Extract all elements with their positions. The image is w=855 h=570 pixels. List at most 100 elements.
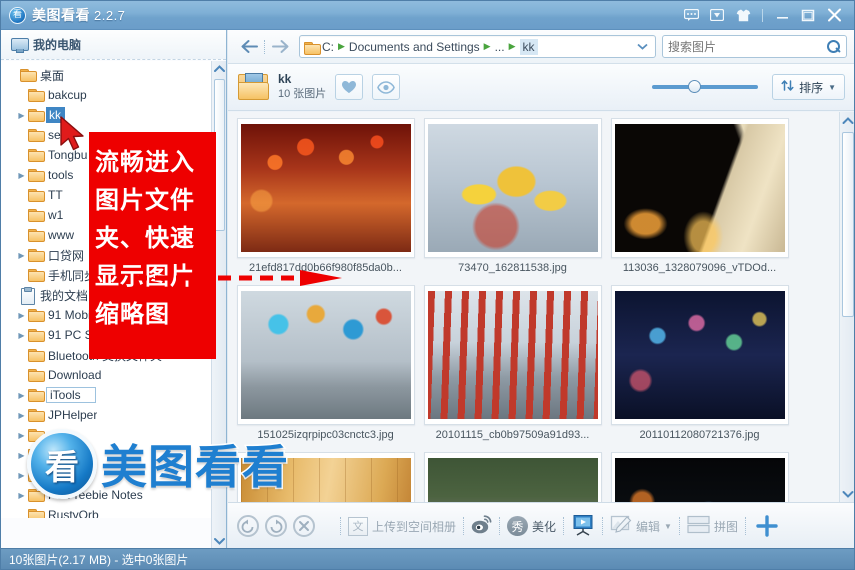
- slideshow-button[interactable]: [571, 514, 595, 539]
- breadcrumb-item-1[interactable]: Documents and Settings: [349, 40, 480, 54]
- breadcrumb-separator-icon: ▶: [483, 41, 491, 51]
- thumbnail-frame[interactable]: [423, 452, 602, 502]
- sidebar-header-label: 我的电脑: [33, 38, 82, 52]
- thumbnail-grid-container[interactable]: 21efd817dd0b66f980f85da0b... 73470_162811…: [228, 112, 854, 502]
- thumbnail-cell[interactable]: [606, 452, 793, 502]
- grid-scrollbar[interactable]: [839, 112, 854, 502]
- thumbnail-image[interactable]: [427, 291, 598, 419]
- grid-scroll-thumb[interactable]: [842, 132, 854, 317]
- folder-info-bar: kk 10 张图片 排序 ▼: [228, 64, 854, 111]
- thumbnail-frame[interactable]: [423, 118, 602, 258]
- skin-icon[interactable]: [731, 4, 755, 26]
- sidebar-item-jphelper[interactable]: ▶ JPHelper: [1, 405, 212, 425]
- thumbnail-frame[interactable]: [236, 285, 415, 425]
- thumbnail-frame[interactable]: [610, 118, 789, 258]
- toolbar-divider: [744, 517, 746, 535]
- thumbnail-size-slider[interactable]: [652, 77, 759, 97]
- search-icon[interactable]: [827, 39, 841, 54]
- expand-triangle-icon[interactable]: ▶: [15, 251, 28, 260]
- address-bar[interactable]: C: ▶ Documents and Settings ▶ ... ▶ kk: [299, 35, 656, 58]
- sidebar-item-label: w1: [48, 208, 64, 222]
- sidebar-item-itools[interactable]: ▶ iTools: [1, 385, 212, 405]
- expand-triangle-icon[interactable]: ▶: [15, 391, 28, 400]
- slider-track: [652, 85, 759, 89]
- sidebar-item-桌面[interactable]: 桌面: [1, 65, 212, 85]
- close-button[interactable]: [822, 4, 846, 26]
- delete-button[interactable]: [293, 515, 315, 537]
- thumbnail-image[interactable]: [427, 458, 598, 502]
- thumbnail-cell[interactable]: 73470_162811538.jpg: [419, 118, 606, 285]
- thumbnail-cell[interactable]: 113036_1328079096_vTDOd...: [606, 118, 793, 285]
- thumbnail-frame[interactable]: [423, 285, 602, 425]
- sidebar-item-bakcup[interactable]: bakcup: [1, 85, 212, 105]
- folder-icon: [28, 168, 45, 182]
- upload-to-album-button[interactable]: 文 上传到空间相册: [348, 516, 456, 536]
- folder-icon: [28, 108, 45, 122]
- app-name: 美图看看: [32, 7, 90, 23]
- thumbnail-image[interactable]: [427, 124, 598, 252]
- breadcrumb-item-3[interactable]: kk: [519, 38, 538, 55]
- toolbar-divider: [602, 517, 604, 535]
- thumbnail-image[interactable]: [240, 124, 411, 252]
- thumbnail-cell[interactable]: 20110112080721376.jpg: [606, 285, 793, 452]
- collage-button[interactable]: 拼图: [687, 515, 738, 537]
- maximize-button[interactable]: [796, 4, 820, 26]
- inbox-icon[interactable]: [705, 4, 729, 26]
- expand-triangle-icon[interactable]: ▶: [15, 311, 28, 320]
- breadcrumb-separator-icon: ▶: [338, 41, 345, 51]
- breadcrumb-item-0[interactable]: C:: [322, 40, 334, 54]
- expand-triangle-icon[interactable]: ▶: [15, 171, 28, 180]
- back-arrow-icon[interactable]: [236, 34, 262, 60]
- expand-triangle-icon[interactable]: ▶: [15, 331, 28, 340]
- slideshow-icon: [571, 514, 595, 539]
- thumbnail-frame[interactable]: [236, 118, 415, 258]
- favorite-button[interactable]: [335, 74, 364, 100]
- breadcrumb-item-2[interactable]: ...: [495, 40, 505, 54]
- sidebar-header[interactable]: 我的电脑: [1, 30, 226, 60]
- minimize-button[interactable]: [770, 4, 794, 26]
- scroll-up-icon[interactable]: [212, 61, 226, 77]
- add-button[interactable]: [755, 514, 779, 539]
- folder-icon: [28, 208, 45, 222]
- watermark-badge-icon: 看: [27, 429, 97, 499]
- thumbnail-cell[interactable]: 151025izqrpipc03cnctc3.jpg: [232, 285, 419, 452]
- edit-button[interactable]: 编辑 ▼: [610, 515, 672, 538]
- thumbnail-cell[interactable]: 20101115_cb0b97509a91d93...: [419, 285, 606, 452]
- thumbnail-filename: 73470_162811538.jpg: [458, 262, 567, 274]
- beautify-label: 美化: [532, 519, 557, 534]
- thumbnail-image[interactable]: [614, 124, 785, 252]
- folder-icon: [28, 408, 45, 422]
- sidebar-item-rustyorb[interactable]: RustyOrb: [1, 505, 212, 518]
- main-pane: C: ▶ Documents and Settings ▶ ... ▶ kk 搜…: [228, 30, 854, 549]
- scroll-down-icon[interactable]: [212, 533, 227, 549]
- search-input[interactable]: [668, 39, 827, 54]
- slider-knob[interactable]: [688, 80, 702, 93]
- expand-triangle-icon[interactable]: ▶: [15, 111, 28, 120]
- forward-arrow-icon[interactable]: [267, 34, 293, 60]
- thumbnail-image[interactable]: [614, 458, 785, 502]
- sort-button[interactable]: 排序 ▼: [772, 74, 845, 100]
- beautify-button[interactable]: 秀 美化: [507, 516, 556, 536]
- preview-button[interactable]: [372, 74, 401, 100]
- sidebar-item-download[interactable]: Download: [1, 365, 212, 385]
- app-version: 2.2.7: [94, 8, 126, 23]
- feedback-icon[interactable]: [679, 4, 703, 26]
- weibo-share-button[interactable]: [471, 515, 492, 537]
- status-text: 10张图片(2.17 MB) - 选中0张图片: [9, 552, 189, 567]
- expand-triangle-icon[interactable]: ▶: [15, 411, 28, 420]
- scroll-down-icon[interactable]: [840, 485, 854, 502]
- thumbnail-frame[interactable]: [610, 452, 789, 502]
- rotate-right-button[interactable]: [265, 515, 287, 537]
- thumbnail-cell[interactable]: 21efd817dd0b66f980f85da0b...: [232, 118, 419, 285]
- rotate-left-button[interactable]: [237, 515, 259, 537]
- thumbnail-image[interactable]: [240, 291, 411, 419]
- thumbnail-frame[interactable]: [610, 285, 789, 425]
- folder-icon: [28, 368, 45, 382]
- thumbnail-cell[interactable]: [419, 452, 606, 502]
- thumbnail-filename: 20110112080721376.jpg: [639, 429, 760, 441]
- thumbnail-image[interactable]: [614, 291, 785, 419]
- sidebar-item-kk[interactable]: ▶ kk: [1, 105, 212, 125]
- search-box[interactable]: [662, 35, 847, 58]
- scroll-up-icon[interactable]: [840, 112, 854, 129]
- chevron-down-icon[interactable]: [637, 42, 651, 52]
